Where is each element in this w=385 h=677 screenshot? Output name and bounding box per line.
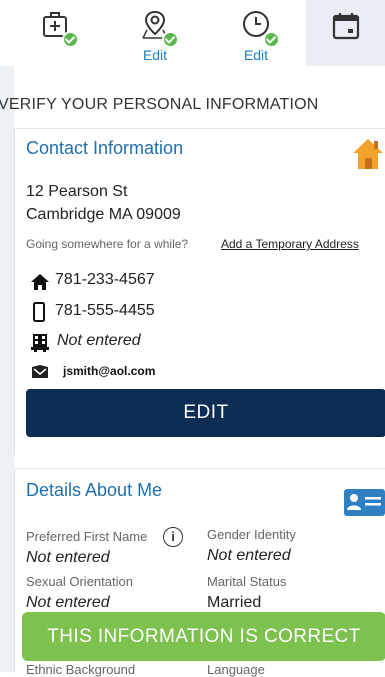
work-phone-icon — [31, 334, 49, 352]
step-medical[interactable] — [20, 0, 90, 66]
home-phone: 781-233-4567 — [55, 271, 155, 288]
orientation-label: Sexual Orientation — [26, 574, 133, 589]
preferred-name-label: Preferred First Name — [26, 529, 148, 544]
address-line-1: 12 Pearson St — [26, 183, 128, 200]
confirm-correct-button[interactable]: THIS INFORMATION IS CORRECT — [22, 612, 385, 661]
page-title: VERIFY YOUR PERSONAL INFORMATION — [0, 96, 319, 113]
step-calendar[interactable] — [306, 0, 385, 66]
add-temp-address-link[interactable]: Add a Temporary Address — [221, 237, 359, 251]
step-location-edit-label[interactable]: Edit — [120, 47, 190, 63]
gender-label: Gender Identity — [207, 527, 296, 542]
id-card-icon — [344, 489, 385, 516]
work-phone: Not entered — [57, 332, 141, 349]
step-location[interactable]: Edit — [120, 0, 190, 66]
left-gutter — [0, 66, 14, 672]
check-icon — [62, 31, 79, 48]
email-icon — [32, 365, 48, 378]
step-clock[interactable]: Edit — [221, 0, 291, 66]
home-icon — [353, 139, 383, 169]
marital-value: Married — [207, 594, 262, 611]
check-icon — [162, 31, 179, 48]
calendar-icon — [332, 13, 359, 40]
mobile-phone: 781-555-4455 — [55, 302, 155, 319]
orientation-value: Not entered — [26, 594, 110, 611]
ethnic-label: Ethnic Background — [26, 662, 136, 677]
preferred-name-value: Not entered — [26, 549, 110, 566]
mobile-phone-icon — [33, 302, 45, 322]
contact-title: Contact Information — [26, 138, 184, 158]
temp-address-prompt: Going somewhere for a while? — [26, 237, 189, 251]
email-address: jsmith@aol.com — [63, 364, 156, 378]
info-icon[interactable]: i — [163, 527, 183, 547]
check-icon — [263, 31, 280, 48]
marital-label: Marital Status — [207, 574, 287, 589]
language-label: Language — [207, 662, 265, 677]
step-clock-edit-label[interactable]: Edit — [221, 47, 291, 63]
gender-value: Not entered — [207, 547, 291, 564]
home-phone-icon — [31, 274, 49, 290]
step-bar: Edit Edit — [0, 0, 385, 66]
details-title: Details About Me — [26, 480, 163, 500]
address-line-2: Cambridge MA 09009 — [26, 206, 181, 223]
edit-contact-button[interactable]: EDIT — [26, 389, 385, 437]
